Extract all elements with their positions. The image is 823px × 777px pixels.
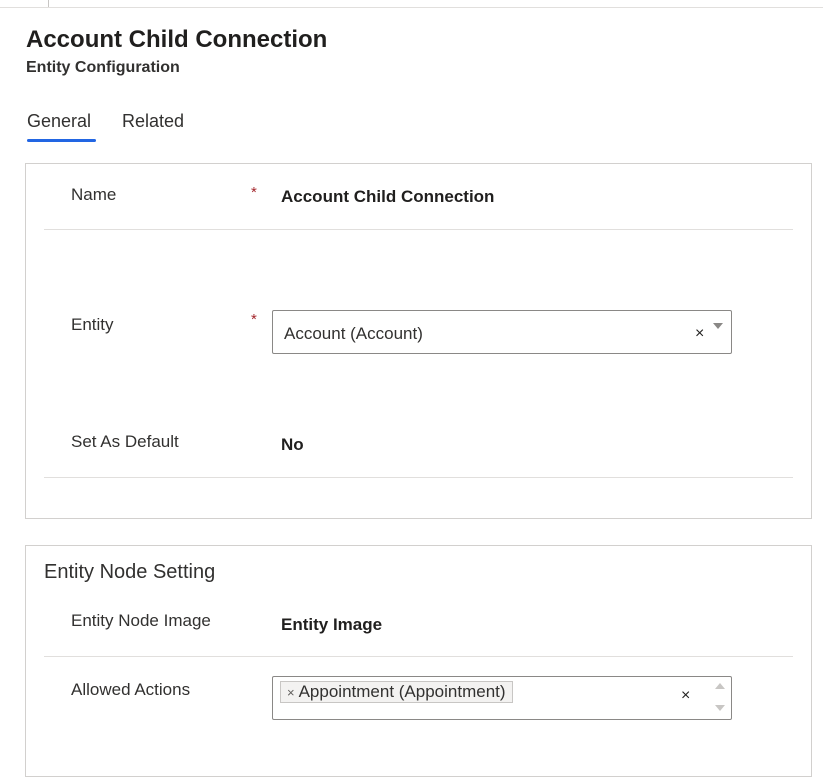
entity-node-image-value[interactable]: Entity Image — [281, 615, 382, 635]
set-as-default-label: Set As Default — [71, 432, 179, 451]
set-as-default-value[interactable]: No — [281, 435, 304, 455]
allowed-actions-label: Allowed Actions — [71, 680, 191, 699]
top-bar — [0, 0, 823, 8]
section-title: Entity Node Setting — [44, 561, 216, 583]
name-required-mark: * — [251, 184, 257, 201]
entity-node-setting-section: Entity Node Setting Entity Node Image En… — [25, 545, 812, 777]
entity-select[interactable]: Account (Account) × — [272, 310, 732, 354]
chevron-down-icon[interactable] — [713, 323, 723, 329]
name-label: Name — [71, 185, 117, 204]
selected-tag: × Appointment (Appointment) — [280, 681, 513, 703]
clear-icon[interactable]: × — [695, 325, 704, 343]
page-title: Account Child Connection — [26, 26, 328, 53]
scroll-down-icon[interactable] — [715, 705, 725, 711]
tab-general[interactable]: General — [27, 111, 91, 132]
divider — [44, 656, 793, 657]
scroll-up-icon[interactable] — [715, 683, 725, 689]
divider — [44, 477, 793, 478]
top-bar-divider — [48, 0, 49, 7]
entity-select-value: Account (Account) — [284, 324, 423, 343]
remove-tag-icon[interactable]: × — [287, 685, 295, 700]
allowed-actions-multiselect[interactable]: × Appointment (Appointment) × — [272, 676, 732, 720]
page-subtitle: Entity Configuration — [26, 59, 180, 76]
tab-related[interactable]: Related — [122, 111, 184, 132]
name-value[interactable]: Account Child Connection — [281, 187, 494, 207]
scrollbar[interactable] — [713, 677, 727, 719]
general-section: Name * Account Child Connection Entity *… — [25, 163, 812, 519]
entity-node-image-label: Entity Node Image — [71, 611, 211, 630]
entity-label: Entity — [71, 315, 114, 334]
entity-required-mark: * — [251, 311, 257, 328]
tag-label: Appointment (Appointment) — [298, 682, 506, 701]
divider — [44, 229, 793, 230]
clear-icon[interactable]: × — [681, 687, 690, 705]
active-tab-indicator — [27, 139, 96, 142]
